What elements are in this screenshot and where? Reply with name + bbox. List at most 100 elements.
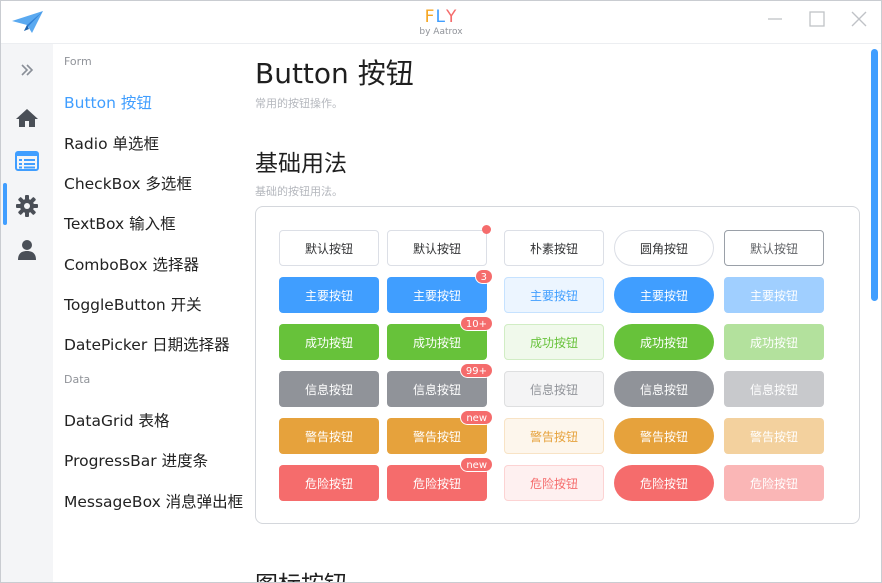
info-button[interactable]: 信息按钮 <box>504 371 604 407</box>
button-label: 警告按钮 <box>529 429 578 444</box>
badge: 3 <box>474 269 493 284</box>
button-label: 成功按钮 <box>304 335 353 350</box>
nav-item-datagrid[interactable]: DataGrid 表格 <box>64 409 169 431</box>
nav-item-togglebutton[interactable]: ToggleButton 开关 <box>64 293 202 315</box>
minimize-icon[interactable] <box>759 7 791 31</box>
warning-button[interactable]: 警告按钮 <box>279 418 379 454</box>
button-label: 信息按钮 <box>304 382 353 397</box>
button-label: 成功按钮 <box>529 335 578 350</box>
button-label: 成功按钮 <box>749 335 798 350</box>
button-label: 危险按钮 <box>412 476 461 491</box>
button-label: 成功按钮 <box>412 335 461 350</box>
danger-button[interactable]: 危险按钮 <box>504 465 604 501</box>
badge: new <box>460 457 493 472</box>
paper-plane-icon <box>12 11 43 33</box>
title-letter: L <box>435 7 446 27</box>
rail-item-home[interactable] <box>1 98 53 138</box>
button-label: 成功按钮 <box>639 335 688 350</box>
page-subtitle: 常用的按钮操作。 <box>255 97 343 110</box>
button-label: 主要按钮 <box>304 288 353 303</box>
primary-button[interactable]: 主要按钮 <box>614 277 714 313</box>
rail-item-list[interactable] <box>1 141 53 181</box>
app-title: FLY by Aatrox <box>381 7 501 37</box>
warning-button[interactable]: 警告按钮 <box>724 418 824 454</box>
nav-group-label: Data <box>64 373 91 386</box>
user-icon <box>18 240 36 260</box>
side-nav: Form Button 按钮 Radio 单选框 CheckBox 多选框 Te… <box>54 44 249 582</box>
default-button[interactable]: 圆角按钮 <box>614 230 714 266</box>
button-label: 警告按钮 <box>639 429 688 444</box>
close-icon[interactable] <box>843 7 875 31</box>
default-button[interactable]: 默认按钮 <box>387 225 491 266</box>
danger-button[interactable]: 危险按钮 <box>279 465 379 501</box>
info-button[interactable]: 信息按钮 <box>279 371 379 407</box>
info-button[interactable]: 信息按钮 <box>724 371 824 407</box>
info-button[interactable]: 信息按钮 <box>614 371 714 407</box>
primary-button[interactable]: 主要按钮 <box>724 277 824 313</box>
nav-item-datepicker[interactable]: DatePicker 日期选择器 <box>64 333 230 355</box>
button-label: 默认按钮 <box>412 241 461 256</box>
button-label: 主要按钮 <box>749 288 798 303</box>
success-button[interactable]: 成功按钮 <box>279 324 379 360</box>
nav-group-label: Form <box>64 55 92 68</box>
badge: new <box>460 410 493 425</box>
button-label: 危险按钮 <box>749 476 798 491</box>
primary-button[interactable]: 主要按钮 <box>504 277 604 313</box>
app-window: FLY by Aatrox Form Button 按钮 Radio 单选框 C… <box>0 0 882 583</box>
warning-button[interactable]: 警告按钮 <box>504 418 604 454</box>
warning-button[interactable]: 警告按钮 new <box>387 410 493 454</box>
button-label: 危险按钮 <box>304 476 353 491</box>
button-label: 警告按钮 <box>749 429 798 444</box>
nav-item-textbox[interactable]: TextBox 输入框 <box>64 212 176 234</box>
rail-item-user[interactable] <box>1 230 53 270</box>
nav-item-button[interactable]: Button 按钮 <box>64 91 152 113</box>
button-label: 朴素按钮 <box>529 241 578 256</box>
badge: 10+ <box>459 316 493 331</box>
button-label: 默认按钮 <box>304 241 353 256</box>
button-label: 主要按钮 <box>639 288 688 303</box>
badge: 99+ <box>459 363 493 378</box>
button-label: 主要按钮 <box>529 288 578 303</box>
danger-button[interactable]: 危险按钮 <box>614 465 714 501</box>
button-label: 警告按钮 <box>412 429 461 444</box>
button-label: 圆角按钮 <box>639 241 688 256</box>
scrollbar-thumb[interactable] <box>871 49 878 301</box>
section-subtitle: 基础的按钮用法。 <box>255 185 343 198</box>
title-letter: F <box>424 7 436 27</box>
app-subtitle: by Aatrox <box>419 27 463 37</box>
default-button[interactable]: 默认按钮 <box>724 230 824 266</box>
expand-menu-button[interactable] <box>1 50 53 90</box>
nav-item-progressbar[interactable]: ProgressBar 进度条 <box>64 449 208 471</box>
button-label: 信息按钮 <box>529 382 578 397</box>
list-icon <box>15 151 39 171</box>
button-label: 信息按钮 <box>749 382 798 397</box>
nav-item-combobox[interactable]: ComboBox 选择器 <box>64 253 199 275</box>
success-button[interactable]: 成功按钮 <box>724 324 824 360</box>
maximize-icon[interactable] <box>801 7 833 31</box>
title-bar: FLY by Aatrox <box>1 1 881 44</box>
main-content: Button 按钮 常用的按钮操作。 基础用法 基础的按钮用法。 默认按钮 默认按… <box>255 44 865 582</box>
button-label: 默认按钮 <box>749 241 798 256</box>
nav-item-radio[interactable]: Radio 单选框 <box>64 132 159 154</box>
success-button[interactable]: 成功按钮 10+ <box>387 316 493 360</box>
default-button[interactable]: 默认按钮 <box>279 230 379 266</box>
warning-button[interactable]: 警告按钮 <box>614 418 714 454</box>
gear-icon <box>16 195 38 217</box>
success-button[interactable]: 成功按钮 <box>614 324 714 360</box>
button-label: 主要按钮 <box>412 288 461 303</box>
default-button[interactable]: 朴素按钮 <box>504 230 604 266</box>
danger-button[interactable]: 危险按钮 new <box>387 457 493 501</box>
rail-item-settings[interactable] <box>1 186 53 226</box>
title-letter: Y <box>445 7 458 27</box>
nav-item-messagebox[interactable]: MessageBox 消息弹出框 <box>64 490 243 512</box>
badge-dot <box>482 225 491 234</box>
danger-button[interactable]: 危险按钮 <box>724 465 824 501</box>
primary-button[interactable]: 主要按钮 <box>279 277 379 313</box>
button-label: 危险按钮 <box>639 476 688 491</box>
nav-item-checkbox[interactable]: CheckBox 多选框 <box>64 172 192 194</box>
double-chevron-right-icon <box>21 64 34 76</box>
section-title: 基础用法 <box>255 151 347 177</box>
primary-button[interactable]: 主要按钮 3 <box>387 269 493 313</box>
success-button[interactable]: 成功按钮 <box>504 324 604 360</box>
info-button[interactable]: 信息按钮 99+ <box>387 363 493 407</box>
